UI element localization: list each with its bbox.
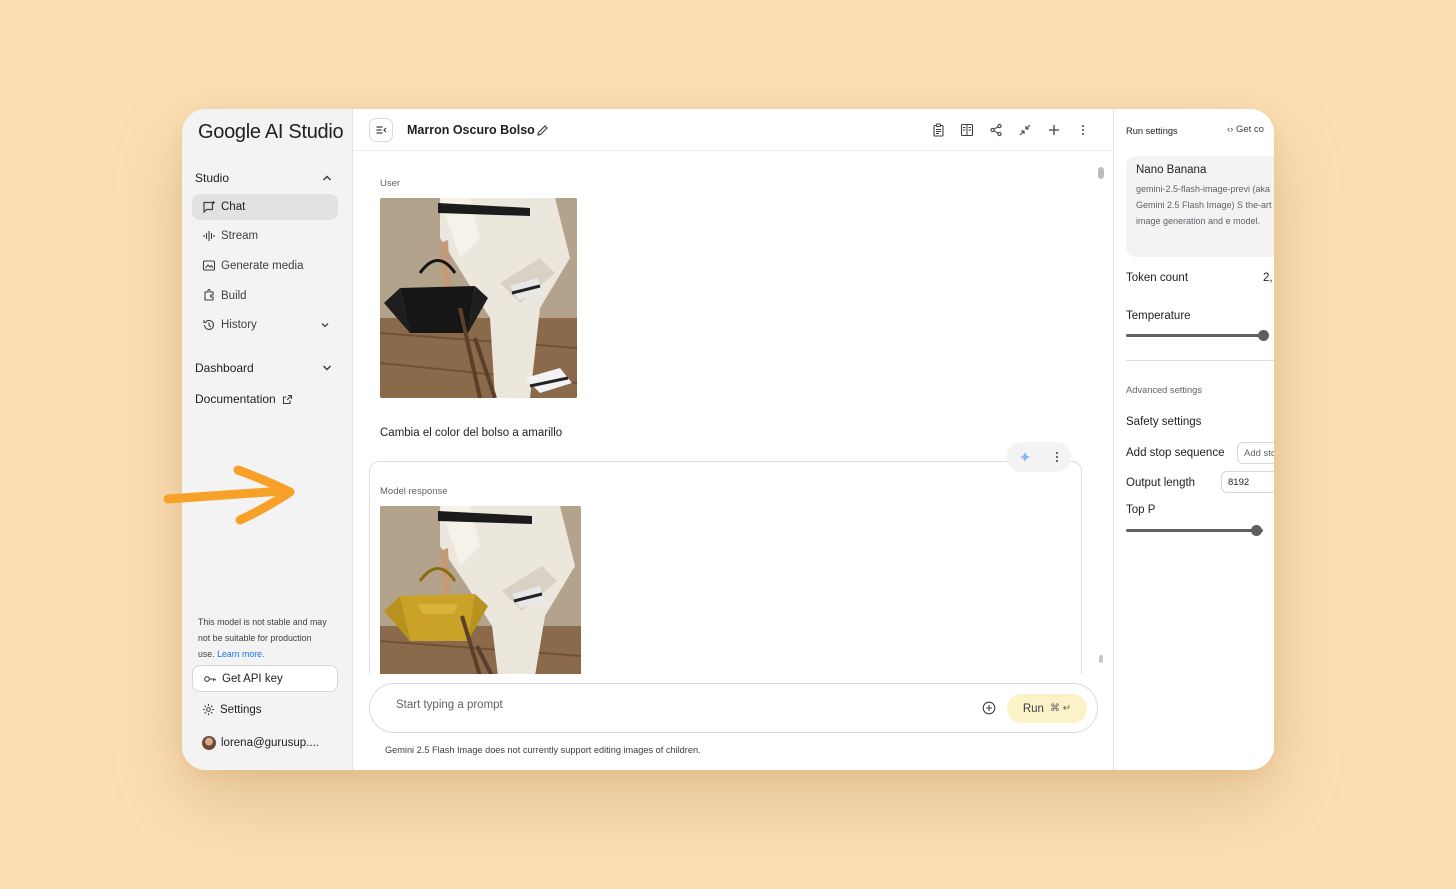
stop-sequence-input[interactable]: Add sto [1237, 442, 1274, 464]
app-logo: Google AI Studio [198, 121, 344, 143]
sidebar-item-history[interactable]: History [192, 312, 338, 338]
sidebar-item-label: Build [221, 290, 247, 302]
add-media-icon[interactable] [982, 701, 996, 715]
user-email: lorena@gurusup.... [221, 737, 319, 749]
chat-thread: User Cambia el color del bolso a amarill… [353, 152, 1114, 674]
sidebar: Google AI Studio Studio Chat Stream Gene… [182, 109, 353, 770]
chevron-up-icon [322, 175, 332, 181]
get-code-label: Get co [1235, 124, 1264, 135]
edit-title-icon[interactable] [536, 124, 549, 137]
build-icon [204, 289, 214, 301]
run-settings-title: Run settings [1126, 126, 1178, 136]
compress-icon[interactable] [1017, 122, 1033, 138]
temperature-knob[interactable] [1257, 330, 1269, 341]
scroll-end-marker [1099, 655, 1103, 663]
documentation-link[interactable]: Documentation [195, 392, 293, 406]
settings-link[interactable]: Settings [202, 703, 262, 716]
temperature-slider[interactable] [1126, 330, 1269, 341]
key-icon [204, 675, 216, 682]
documentation-label: Documentation [195, 392, 276, 406]
model-selector[interactable]: Nano Banana gemini-2.5-flash-image-previ… [1126, 156, 1274, 257]
dashboard-label: Dashboard [195, 361, 254, 375]
get-api-key-button[interactable]: Get API key [192, 665, 338, 692]
safety-settings-link[interactable]: Safety settings [1126, 416, 1201, 428]
collapse-sidebar-button[interactable] [369, 118, 393, 142]
run-shortcut: ⌘ ↵ [1049, 703, 1072, 714]
output-length-label: Output length [1126, 477, 1196, 489]
prompt-input[interactable] [396, 699, 956, 711]
token-count-label: Token count [1126, 272, 1189, 284]
sidebar-item-generate-media[interactable]: Generate media [192, 253, 338, 279]
chat-scrollbar[interactable] [1098, 167, 1104, 667]
more-icon[interactable] [1075, 122, 1091, 138]
sidebar-item-label: Stream [221, 230, 259, 242]
sidebar-item-label: History [221, 319, 257, 331]
sidebar-item-label: Chat [221, 201, 246, 213]
scroll-thumb[interactable] [1098, 167, 1104, 179]
chevron-down-icon [321, 323, 329, 328]
user-message: Cambia el color del bolso a amarillo [380, 427, 563, 439]
run-button[interactable]: Run ⌘ ↵ [1007, 694, 1087, 723]
chevron-down-icon [322, 365, 332, 371]
prompt-box: Run ⌘ ↵ [369, 683, 1098, 733]
sidebar-item-build[interactable]: Build [192, 283, 338, 309]
sidebar-item-label: Generate media [221, 260, 304, 272]
top-p-knob[interactable] [1250, 525, 1262, 536]
compare-icon[interactable] [959, 122, 975, 138]
studio-section-toggle[interactable]: Studio [195, 171, 333, 185]
model-generated-image[interactable] [380, 506, 581, 674]
divider [1126, 360, 1274, 361]
menu-collapse-icon [376, 126, 387, 134]
external-link-icon [282, 394, 292, 404]
top-p-slider[interactable] [1126, 525, 1263, 536]
waveform-icon [203, 231, 215, 241]
run-settings-panel: Run settings ‹› Get co Nano Banana gemin… [1114, 109, 1274, 770]
gear-icon [202, 703, 215, 716]
api-key-label: Get API key [222, 672, 283, 685]
sidebar-item-chat[interactable]: Chat [192, 194, 338, 220]
response-actions [1007, 442, 1071, 472]
model-description: gemini-2.5-flash-image-previ (aka Gemini… [1136, 184, 1272, 226]
top-p-label: Top P [1126, 504, 1156, 516]
media-icon [202, 260, 216, 271]
run-label: Run [1022, 702, 1044, 715]
output-length-input[interactable]: 8192 [1221, 471, 1274, 493]
chat-header: Marron Oscuro Bolso [353, 109, 1113, 151]
settings-label: Settings [220, 703, 262, 716]
model-name: Nano Banana [1136, 164, 1207, 176]
add-icon[interactable] [1046, 122, 1062, 138]
clipboard-icon[interactable] [930, 122, 946, 138]
chat-icon [203, 201, 215, 214]
model-warning: This model is not stable and may not be … [198, 614, 328, 662]
main-area: Marron Oscuro Bolso User Cambia el color… [353, 109, 1114, 770]
header-toolbar [930, 122, 1091, 138]
dashboard-section-toggle[interactable]: Dashboard [195, 361, 333, 375]
page-title: Marron Oscuro Bolso [407, 123, 535, 137]
token-count-value: 2, [1263, 272, 1273, 284]
app-window: Google AI Studio Studio Chat Stream Gene… [182, 109, 1274, 770]
user-role-label: User [380, 178, 401, 189]
temperature-label: Temperature [1126, 310, 1191, 322]
get-code-button[interactable]: ‹› Get co [1227, 124, 1264, 135]
more-icon[interactable] [1055, 451, 1059, 463]
learn-more-link[interactable]: Learn more. [217, 649, 264, 659]
sparkle-icon[interactable] [1019, 451, 1031, 463]
history-icon [203, 319, 215, 331]
studio-label: Studio [195, 171, 230, 185]
annotation-arrow [163, 465, 295, 525]
sidebar-item-stream[interactable]: Stream [192, 223, 338, 249]
user-uploaded-image[interactable] [380, 198, 577, 398]
avatar [202, 736, 216, 750]
model-role-label: Model response [380, 486, 448, 497]
advanced-settings-label: Advanced settings [1126, 385, 1202, 395]
disclaimer-text: Gemini 2.5 Flash Image does not currentl… [385, 745, 701, 755]
stop-sequence-label: Add stop sequence [1126, 447, 1225, 459]
share-icon[interactable] [988, 122, 1004, 138]
user-account[interactable]: lorena@gurusup.... [202, 736, 319, 750]
code-icon: ‹› [1227, 124, 1234, 135]
